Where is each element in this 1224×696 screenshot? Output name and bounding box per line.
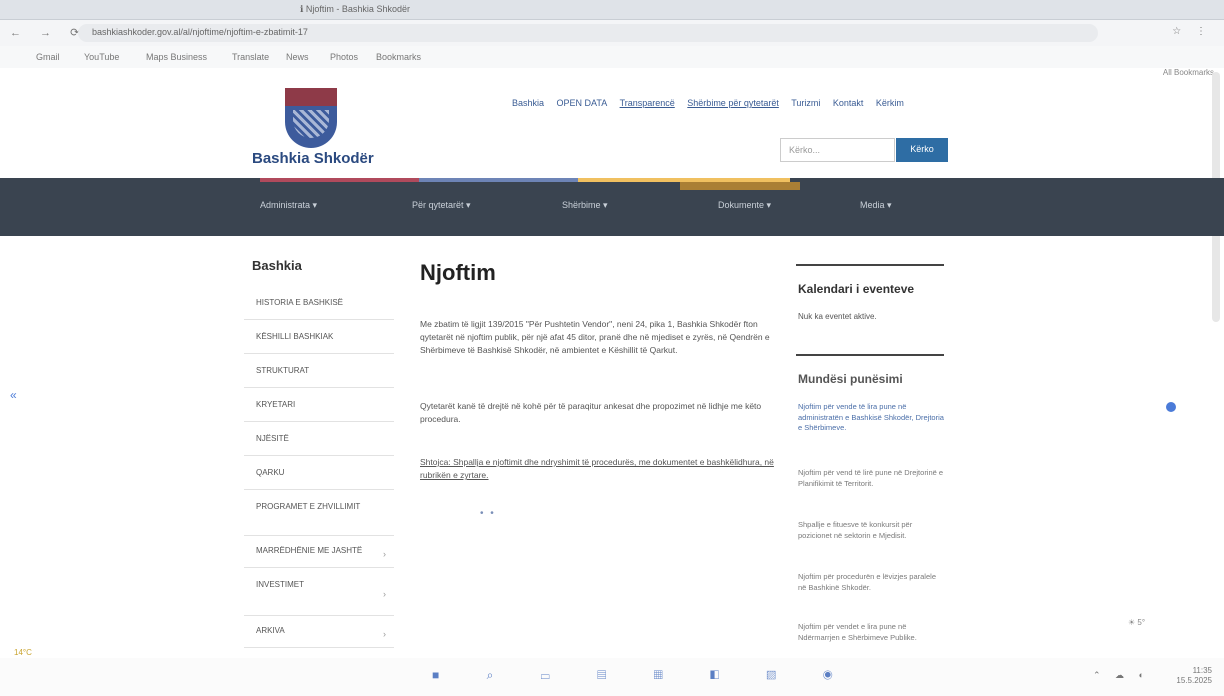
- top-link-services[interactable]: Shërbime për qytetarët: [687, 98, 779, 108]
- bookmark-item[interactable]: YouTube: [84, 52, 119, 62]
- coat-of-arms-logo[interactable]: [285, 88, 337, 148]
- sidebar-item-label: PROGRAMET E ZHVILLIMIT: [256, 502, 361, 511]
- all-bookmarks-link[interactable]: All Bookmarks: [1163, 68, 1214, 77]
- weather-tray[interactable]: ☀ 5°: [1128, 618, 1145, 627]
- jobs-title: Mundësi punësimi: [798, 372, 903, 386]
- sidebar-item-label: MARRËDHËNIE ME JASHTË: [256, 546, 363, 555]
- divider: [796, 354, 944, 356]
- sidebar-item-label: KËSHILLI BASHKIAK: [256, 332, 334, 341]
- chevron-right-icon: ›: [383, 589, 386, 599]
- bookmark-item[interactable]: News: [286, 52, 309, 62]
- search-input[interactable]: Kërko...: [780, 138, 895, 162]
- top-link-open-data[interactable]: OPEN DATA: [557, 98, 608, 108]
- browser-action-icons[interactable]: ☆ ⋮: [1172, 26, 1212, 37]
- site-logo-text[interactable]: Bashkia Shkodër: [252, 150, 374, 167]
- nav-item-qytetaret[interactable]: Për qytetarët ▾: [412, 200, 471, 211]
- sidebar-item-label: INVESTIMET: [256, 580, 305, 589]
- job-link[interactable]: Njoftim për vendet e lira pune në Ndërma…: [798, 622, 946, 643]
- sidebar-item[interactable]: QARKU: [244, 458, 394, 490]
- address-row: ← → ⟳ bashkiashkoder.gov.al/al/njoftime/…: [0, 20, 1224, 46]
- sidebar-title: Bashkia: [252, 258, 302, 273]
- sidebar-item-label: KRYETARI: [256, 400, 296, 409]
- job-link[interactable]: Njoftim për vend të lirë pune në Drejtor…: [798, 468, 946, 489]
- address-bar[interactable]: bashkiashkoder.gov.al/al/njoftime/njofti…: [78, 24, 1098, 42]
- top-link-bashkia[interactable]: Bashkia: [512, 98, 544, 108]
- search-button[interactable]: Kërko: [896, 138, 948, 162]
- sidebar-item[interactable]: KRYETARI: [244, 390, 394, 422]
- bookmark-item[interactable]: Translate: [232, 52, 269, 62]
- browser-tab-strip: ℹ Njoftim - Bashkia Shkodër: [0, 0, 1224, 20]
- top-link-search[interactable]: Kërkim: [876, 98, 904, 108]
- sidebar-item[interactable]: NJËSITË: [244, 424, 394, 456]
- arrow-left-icon[interactable]: «: [10, 388, 17, 402]
- sidebar-item[interactable]: INVESTIMET ›: [244, 570, 394, 616]
- top-link-transparency[interactable]: Transparencë: [620, 98, 675, 108]
- floating-dot-icon[interactable]: [1166, 402, 1176, 412]
- notice-paragraph-2: Qytetarët kanë të drejtë në kohë për të …: [420, 401, 762, 425]
- system-tray-icons[interactable]: ⌃ ☁ ◐: [1093, 670, 1150, 681]
- navbar-highlight: [680, 182, 800, 190]
- calendar-title: Kalendari i eventeve: [798, 282, 915, 296]
- page-title: Njoftim: [420, 260, 496, 285]
- clock-date: 15.5.2025: [1176, 675, 1212, 685]
- browser-nav-icons[interactable]: ← → ⟳: [10, 26, 87, 39]
- sidebar-item-label: HISTORIA E BASHKISË: [256, 298, 343, 307]
- clock[interactable]: 11:35 15.5.2025: [1176, 666, 1212, 685]
- clock-time: 11:35: [1192, 666, 1212, 675]
- windows-taskbar: ■ ⌕ ▭ ▤ ▦ ◧ ▨ ◉ ⌃ ☁ ◐ 11:35 15.5.2025: [0, 658, 1224, 696]
- calendar-note: Nuk ka eventet aktive.: [798, 312, 877, 321]
- nav-item-media[interactable]: Media ▾: [860, 200, 892, 211]
- nav-item-dokumente[interactable]: Dokumente ▾: [718, 200, 771, 211]
- top-links: Bashkia OPEN DATA Transparencë Shërbime …: [512, 98, 914, 108]
- sidebar-item[interactable]: ARKIVA ›: [244, 616, 394, 648]
- weather-widget[interactable]: 14°C: [14, 648, 32, 657]
- sidebar-item[interactable]: MARRËDHËNIE ME JASHTË ›: [244, 536, 394, 568]
- bookmark-item[interactable]: Maps Business: [146, 52, 207, 62]
- sidebar-item-label: NJËSITË: [256, 434, 289, 443]
- sidebar-item[interactable]: HISTORIA E BASHKISË: [244, 288, 394, 320]
- chevron-right-icon: ›: [383, 549, 386, 560]
- browser-tab[interactable]: ℹ Njoftim - Bashkia Shkodër: [300, 4, 410, 15]
- nav-item-administrata[interactable]: Administrata ▾: [260, 200, 317, 211]
- sidebar-item[interactable]: STRUKTURAT: [244, 356, 394, 388]
- bookmark-item[interactable]: Gmail: [36, 52, 60, 62]
- divider: [796, 264, 944, 266]
- job-link[interactable]: Njoftim për vende të lira pune në admini…: [798, 402, 946, 434]
- taskbar-app-icons[interactable]: ■ ⌕ ▭ ▤ ▦ ◧ ▨ ◉: [432, 668, 854, 683]
- notice-paragraph-1: Me zbatim të ligjit 139/2015 "Për Pushte…: [420, 319, 770, 356]
- bookmark-item[interactable]: Bookmarks: [376, 52, 421, 62]
- sidebar-item[interactable]: PROGRAMET E ZHVILLIMIT: [244, 492, 394, 536]
- sidebar-item-label: STRUKTURAT: [256, 366, 310, 375]
- sidebar-item[interactable]: KËSHILLI BASHKIAK: [244, 322, 394, 354]
- nav-item-sherbime[interactable]: Shërbime ▾: [562, 200, 608, 211]
- sidebar-item-label: ARKIVA: [256, 626, 285, 635]
- bookmark-item[interactable]: Photos: [330, 52, 358, 62]
- notice-attachment-link[interactable]: Shtojca: Shpallja e njoftimit dhe ndrysh…: [420, 456, 780, 482]
- sidebar-item-label: QARKU: [256, 468, 285, 477]
- job-link[interactable]: Njoftim për procedurën e lëvizjes parale…: [798, 572, 946, 593]
- top-link-tourism[interactable]: Turizmi: [791, 98, 820, 108]
- chevron-right-icon: ›: [383, 629, 386, 640]
- top-link-contact[interactable]: Kontakt: [833, 98, 864, 108]
- main-navbar: [0, 178, 1224, 236]
- job-link[interactable]: Shpallje e fituesve të konkursit për poz…: [798, 520, 946, 541]
- ellipsis-icon: • •: [480, 508, 496, 519]
- bookmarks-bar: Gmail YouTube Maps Business Translate Ne…: [0, 46, 1224, 77]
